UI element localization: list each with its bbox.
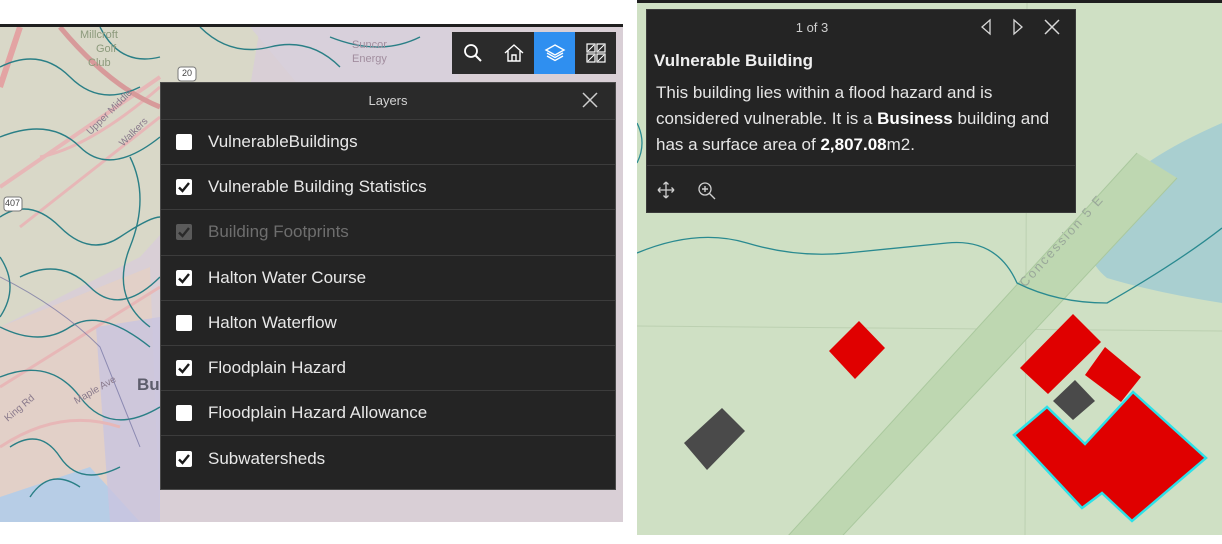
layer-item-label: Building Footprints (208, 222, 349, 242)
zoom-in-icon (698, 182, 716, 200)
popup-surface-area: 2,807.08 (820, 135, 887, 154)
layer-list-panel: Layers VulnerableBuildings Vulnerable Bui… (160, 82, 616, 490)
layer-list: VulnerableBuildings Vulnerable Building S… (161, 120, 615, 482)
map-label-road-407: 407 (5, 198, 21, 208)
layer-visibility-checkbox (176, 224, 192, 241)
layer-item[interactable]: Halton Water Course (161, 256, 615, 301)
map-label-road-20: 20 (182, 68, 193, 78)
dock-popup-button[interactable] (657, 181, 675, 204)
basemap-gallery-button[interactable] (575, 32, 616, 74)
layer-visibility-checkbox[interactable] (176, 450, 192, 467)
layer-visibility-checkbox[interactable] (176, 314, 192, 331)
layers-icon (544, 44, 565, 62)
layer-item-label: Vulnerable Building Statistics (208, 177, 427, 197)
popup-content: This building lies within a flood hazard… (656, 80, 1070, 158)
layer-item[interactable]: Subwatersheds (161, 436, 615, 481)
close-icon (1044, 19, 1060, 35)
popup-footer (647, 165, 1075, 213)
popup-feature-count: 1 of 3 (795, 20, 829, 35)
layer-list-header: Layers (161, 83, 615, 120)
checkmark-icon (178, 272, 190, 284)
layer-item[interactable]: Vulnerable Building Statistics (161, 165, 615, 211)
popup-nav (979, 18, 1061, 41)
checkmark-icon (178, 182, 190, 194)
close-icon (582, 92, 598, 108)
popup-building-type: Business (877, 109, 953, 128)
move-arrows-icon (657, 181, 675, 199)
layer-item[interactable]: Floodplain Hazard (161, 346, 615, 392)
checkmark-icon (178, 454, 190, 465)
map-label-burlington: Bu (137, 375, 160, 394)
layer-item-label: Floodplain Hazard (208, 358, 346, 378)
layer-visibility-checkbox[interactable] (176, 179, 192, 196)
layer-item-label: Subwatersheds (208, 448, 326, 468)
layer-item-label: Halton Waterflow (208, 312, 337, 332)
layer-visibility-checkbox[interactable] (176, 405, 192, 422)
layer-item-label: Halton Water Course (208, 267, 367, 287)
feature-popup: 1 of 3 Vulnerable Building This building… (646, 9, 1076, 213)
layer-list-close-button[interactable] (581, 91, 599, 114)
home-icon (504, 44, 523, 62)
map-label-suncor: Suncor (352, 39, 387, 51)
layer-visibility-checkbox[interactable] (176, 134, 192, 151)
home-button[interactable] (493, 32, 534, 74)
map-label-energy: Energy (352, 53, 387, 65)
layer-visibility-checkbox[interactable] (176, 360, 192, 377)
next-feature-button[interactable] (1011, 18, 1025, 41)
popup-header: 1 of 3 (647, 10, 1075, 46)
previous-feature-button[interactable] (979, 18, 993, 41)
layer-item-label: Floodplain Hazard Allowance (208, 403, 428, 423)
layer-item[interactable]: Floodplain Hazard Allowance (161, 391, 615, 437)
checkmark-icon (178, 227, 190, 239)
layer-item-label: VulnerableBuildings (208, 132, 358, 152)
popup-close-button[interactable] (1043, 18, 1061, 41)
layer-visibility-checkbox[interactable] (176, 269, 192, 286)
layers-button[interactable] (534, 32, 575, 74)
layer-item: Building Footprints (161, 210, 615, 256)
search-icon (463, 44, 482, 62)
triangle-right-icon (1013, 18, 1023, 36)
map-toolbar (452, 32, 616, 74)
map-label-millcroft: Millcroft (80, 29, 118, 41)
layer-item[interactable]: VulnerableBuildings (161, 120, 615, 166)
zoom-to-button[interactable] (697, 181, 717, 206)
layer-item[interactable]: Halton Waterflow (161, 301, 615, 346)
popup-area-unit: m2. (886, 135, 915, 154)
map-label-club: Club (88, 57, 111, 69)
popup-title: Vulnerable Building (654, 51, 813, 70)
checkmark-icon (178, 363, 190, 374)
basemap-gallery-icon (585, 43, 606, 63)
search-button[interactable] (452, 32, 493, 74)
layer-list-title: Layers (368, 93, 408, 108)
triangle-left-icon (981, 18, 991, 36)
map-label-golf: Golf (96, 43, 117, 55)
